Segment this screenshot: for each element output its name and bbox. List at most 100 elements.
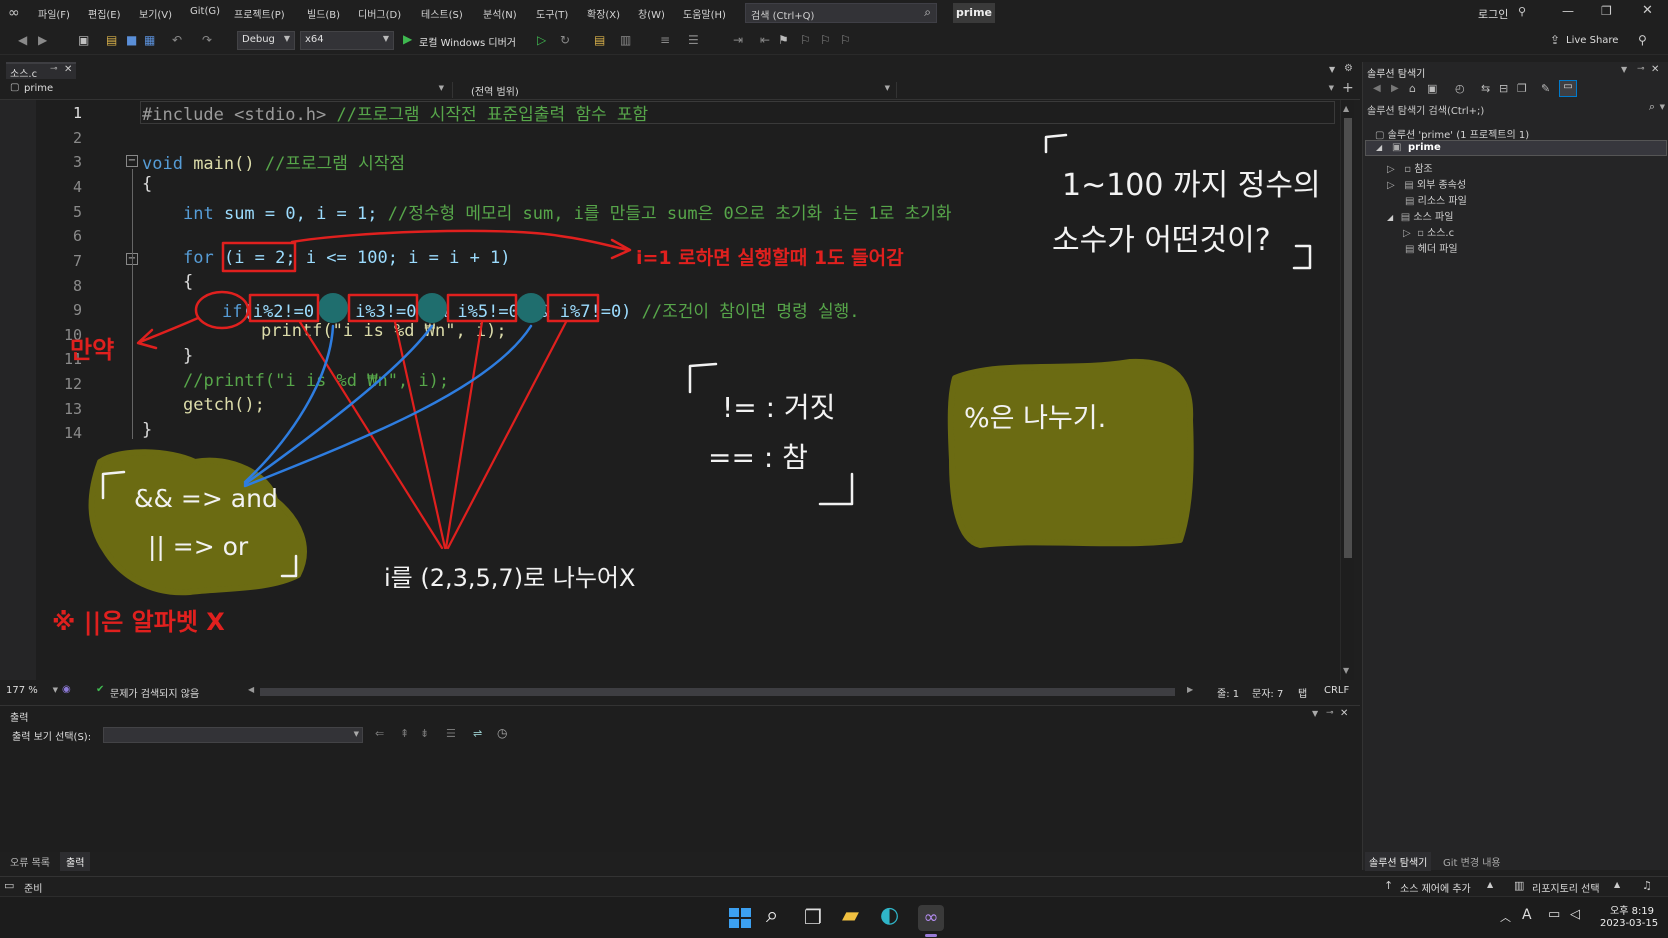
panel-menu-icon[interactable]: ▼ <box>1621 65 1627 74</box>
ink-red-box <box>221 241 297 273</box>
clear-all-icon[interactable]: ☰ <box>446 727 456 740</box>
status-ready: 준비 <box>24 884 43 895</box>
tree-solution[interactable]: ▢ 솔루션 'prime' (1 프로젝트의 1) <box>1375 126 1529 141</box>
solution-bottom-tabs: 솔루션 탐색기 Git 변경 내용 <box>1363 852 1668 871</box>
word-wrap-icon[interactable]: ⇌ <box>473 727 482 740</box>
tree-label: 외부 종속성 <box>1416 180 1467 191</box>
folder-icon: ▤ <box>1400 212 1414 223</box>
input-method-icon[interactable]: A <box>1522 907 1532 923</box>
chevron-down-icon: ▼ <box>52 686 58 694</box>
output-pane: 출력 ▼ ⊸ ✕ 출력 보기 선택(S): ▼ ⇐ ⇞ ⇟ ☰ ⇌ ◷ <box>0 705 1360 853</box>
clock-time[interactable]: 오후 8:19 <box>1610 902 1654 917</box>
tree-item-source-c[interactable]: ▷ ▫ 소스.c <box>1403 224 1454 239</box>
ink-red-box <box>446 293 518 323</box>
references-icon: ▫ <box>1404 164 1415 175</box>
repository-icon: ▥ <box>1514 879 1525 892</box>
ink-red-box <box>248 293 320 323</box>
folder-icon: ▤ <box>1404 180 1417 191</box>
tree-item-external[interactable]: ▷ ▤ 외부 종속성 <box>1387 176 1466 191</box>
ink-white-bracket <box>1044 133 1068 154</box>
pending-changes-icon[interactable]: ◴ <box>1455 82 1465 95</box>
solution-search-box[interactable]: 솔루션 탐색기 검색(Ctrl+;) ⌕ ▼ <box>1365 100 1667 117</box>
zoom-dropdown[interactable]: 177 % ▼ <box>6 685 58 696</box>
tab-error-list[interactable]: 오류 목록 <box>10 854 50 869</box>
collapsed-arrow-icon[interactable]: ▷ <box>1387 180 1404 191</box>
tree-label: 리소스 파일 <box>1417 196 1467 207</box>
chevron-up-icon: ▲ <box>1487 880 1494 889</box>
tree-item-references[interactable]: ▷ ▫ 참조 <box>1387 160 1433 175</box>
ink-note-pipe: ※ ||은 알파벳 X <box>52 608 225 636</box>
ink-note-if: 만약 <box>70 336 115 364</box>
panel-close-icon[interactable]: ✕ <box>1340 708 1348 719</box>
ink-note-or: || => or <box>148 532 249 561</box>
task-view-icon[interactable]: ❐ <box>804 905 822 929</box>
horizontal-scrollbar[interactable] <box>260 688 1175 696</box>
copilot-icon[interactable]: ◉ <box>62 684 71 695</box>
ink-white-bracket <box>1292 244 1312 270</box>
editor-status-strip: 177 % ▼ ◉ ✔ 문제가 검색되지 않음 ◀ ▶ 줄: 1 문자: 7 탭… <box>0 682 1360 702</box>
start-windows-icon[interactable] <box>726 905 752 931</box>
back-icon[interactable]: ◀ <box>1373 83 1381 94</box>
tree-project-selected[interactable]: ◢ ▣ prime <box>1365 140 1667 156</box>
panel-pin-icon[interactable]: ⊸ <box>1326 708 1334 718</box>
tab-output[interactable]: 출력 <box>60 852 91 871</box>
chevron-down-icon: ▼ <box>1659 103 1665 111</box>
expanded-arrow-icon[interactable]: ◢ <box>1387 213 1401 222</box>
find-message-icon[interactable]: ⇐ <box>375 727 384 740</box>
tab-git-changes[interactable]: Git 변경 내용 <box>1443 854 1501 869</box>
ink-red-circle-if <box>194 290 250 330</box>
chevron-up-icon: ▲ <box>1614 880 1621 889</box>
next-message-icon[interactable]: ⇟ <box>420 727 429 740</box>
tree-item-header-files[interactable]: ▤ 헤더 파일 <box>1405 240 1458 255</box>
output-source-dropdown[interactable]: ▼ <box>103 727 363 743</box>
scroll-left-icon[interactable]: ◀ <box>248 685 254 694</box>
tree-item-resources[interactable]: ▤ 리소스 파일 <box>1405 192 1467 207</box>
preview-icon[interactable]: ▭ <box>1559 80 1577 97</box>
scroll-right-icon[interactable]: ▶ <box>1187 685 1193 694</box>
network-icon[interactable]: ▭ <box>1548 907 1560 922</box>
panel-close-icon[interactable]: ✕ <box>1651 64 1659 75</box>
edge-browser-icon[interactable]: ◐ <box>880 903 899 928</box>
windows-taskbar: ⌕ ❐ ▰ ◐ ∞ ︿ A ▭ ◁ 오후 8:19 2023-03-15 <box>0 896 1668 938</box>
volume-icon[interactable]: ◁ <box>1570 907 1580 922</box>
output-title: 출력 <box>10 713 29 724</box>
taskbar-search-icon[interactable]: ⌕ <box>766 903 778 928</box>
tab-indicator[interactable]: 탭 <box>1298 685 1307 700</box>
collapsed-arrow-icon[interactable]: ▷ <box>1403 228 1417 239</box>
collapsed-arrow-icon[interactable]: ▷ <box>1387 164 1404 175</box>
panel-pin-icon[interactable]: ⊸ <box>1637 64 1645 74</box>
home-icon[interactable]: ⌂ <box>1409 82 1416 95</box>
tree-item-source-files[interactable]: ◢ ▤ 소스 파일 <box>1387 208 1453 223</box>
expanded-arrow-icon[interactable]: ◢ <box>1376 143 1382 152</box>
panel-menu-icon[interactable]: ▼ <box>1312 709 1318 718</box>
ink-teal-dot <box>318 293 348 323</box>
collapse-all-icon[interactable]: ⊟ <box>1499 82 1508 95</box>
ink-teal-dot <box>417 293 447 323</box>
sync-icon[interactable]: ⇆ <box>1481 82 1490 95</box>
ink-note-and: && => and <box>134 484 278 513</box>
properties-wrench-icon[interactable]: ✎ <box>1541 82 1550 95</box>
upload-arrow-icon: ↑ <box>1384 879 1394 892</box>
solution-explorer: 솔루션 탐색기 ▼ ⊸ ✕ ◀ ▶ ⌂ ▣ ◴ ⇆ ⊟ ❐ ✎ ▭ 솔루션 탐색… <box>1362 62 1668 871</box>
clock-date[interactable]: 2023-03-15 <box>1600 918 1658 929</box>
ink-note-title-line2: 소수가 어떤것이? <box>1052 223 1271 258</box>
line-indicator[interactable]: 줄: 1 <box>1217 685 1239 700</box>
tab-solution-explorer[interactable]: 솔루션 탐색기 <box>1365 852 1432 871</box>
ink-red-box <box>546 293 600 323</box>
add-source-control-button[interactable]: 소스 제어에 추가 <box>1400 880 1471 895</box>
tray-chevron-up-icon[interactable]: ︿ <box>1500 909 1511 925</box>
select-repository-button[interactable]: 리포지토리 선택 <box>1532 880 1600 895</box>
notification-bell-icon[interactable]: ♫ <box>1642 879 1652 892</box>
switch-views-icon[interactable]: ▣ <box>1427 82 1437 95</box>
file-explorer-icon[interactable]: ▰ <box>842 903 859 928</box>
forward-icon[interactable]: ▶ <box>1391 83 1399 94</box>
column-indicator[interactable]: 문자: 7 <box>1252 685 1283 700</box>
cpp-project-icon: ▣ <box>1392 142 1402 153</box>
eol-indicator[interactable]: CRLF <box>1324 685 1349 696</box>
visual-studio-taskbar-icon[interactable]: ∞ <box>918 905 944 931</box>
clock-icon[interactable]: ◷ <box>497 726 507 740</box>
prev-message-icon[interactable]: ⇞ <box>400 727 409 740</box>
ink-olive-blob-mod <box>947 358 1194 548</box>
issues-status[interactable]: 문제가 검색되지 않음 <box>110 685 199 700</box>
show-all-files-icon[interactable]: ❐ <box>1517 82 1527 95</box>
